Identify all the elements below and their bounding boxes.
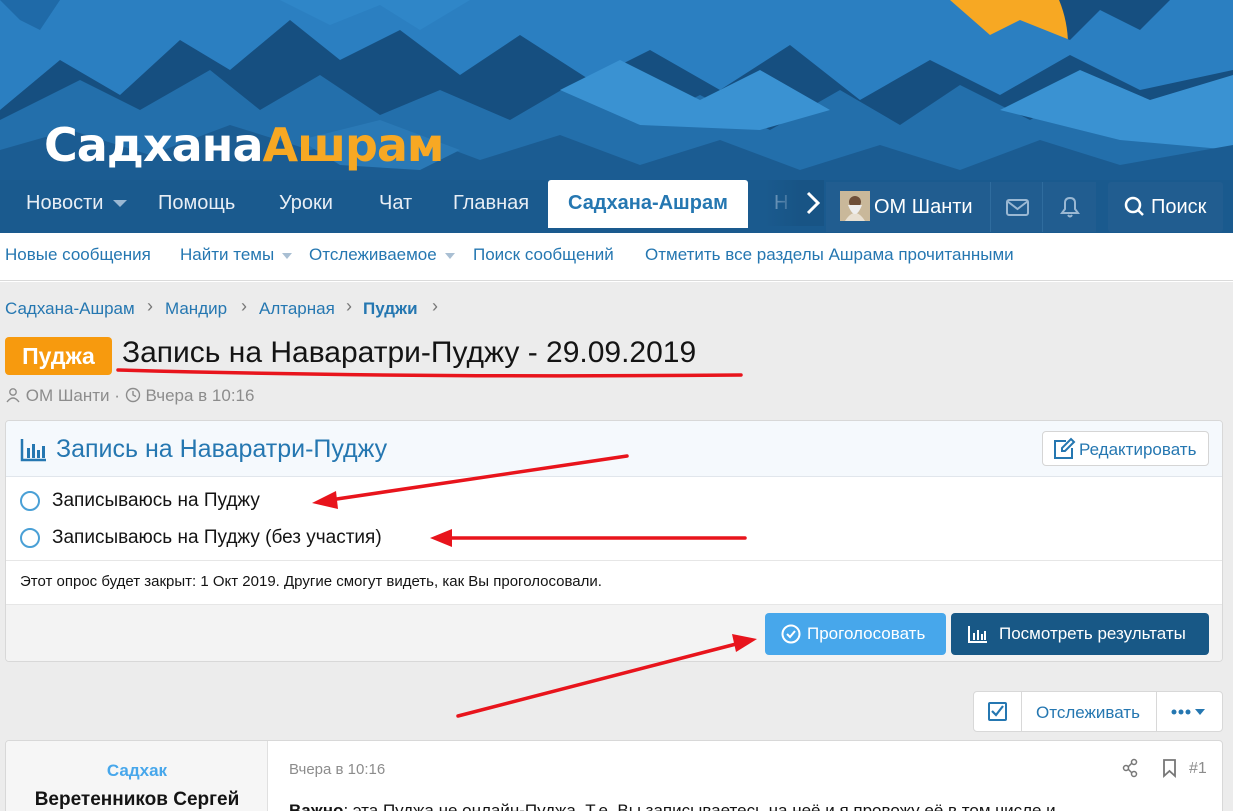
clock-icon: [125, 387, 140, 403]
poll-header: Запись на Наваратри-Пуджу Редактировать: [6, 421, 1222, 477]
user-name[interactable]: ОМ Шанти: [874, 196, 973, 219]
post-tools: [1122, 757, 1182, 781]
chevron-down-icon[interactable]: [444, 252, 455, 259]
bookmark-icon[interactable]: [1163, 759, 1176, 779]
nav-tab-home[interactable]: Главная: [453, 180, 529, 233]
watch-thread-button[interactable]: Отслеживать: [1022, 692, 1157, 731]
breadcrumb-pujas[interactable]: Пуджи: [363, 299, 418, 319]
thread-actions: Отслеживать: [973, 691, 1223, 732]
subnav-new-posts[interactable]: Новые сообщения: [5, 245, 151, 265]
poll-title: Запись на Наваратри-Пуджу: [56, 435, 388, 463]
subnav-label: Отслеживаемое: [309, 245, 437, 264]
chevron-right-icon: ›: [241, 296, 247, 316]
check-circle-icon: [781, 624, 801, 644]
poll-option-radio[interactable]: [20, 491, 40, 511]
poll-close-note: Этот опрос будет закрыт: 1 Окт 2019. Дру…: [20, 573, 602, 590]
breadcrumb-altar[interactable]: Алтарная: [259, 299, 335, 319]
site-logo[interactable]: СадханаАшрам: [44, 118, 445, 172]
poll-note-row: Этот опрос будет закрыт: 1 Окт 2019. Дру…: [6, 560, 1222, 604]
logo-part-1: Садхана: [44, 118, 263, 172]
subnav-search-posts[interactable]: Поиск сообщений: [473, 245, 614, 265]
bar-chart-icon: [968, 626, 987, 643]
user-avatar[interactable]: [840, 191, 870, 221]
ellipsis-icon: [1171, 709, 1205, 715]
chevron-right-icon: ›: [147, 296, 153, 316]
nav-tab-chat[interactable]: Чат: [379, 180, 412, 233]
subnav-label: Найти темы: [180, 245, 275, 264]
chevron-down-icon[interactable]: [282, 252, 293, 259]
select-thread-button[interactable]: [974, 692, 1022, 731]
nav-tab-ashram[interactable]: Садхана-Ашрам: [548, 180, 748, 228]
view-results-label: Посмотреть результаты: [999, 624, 1186, 643]
edit-icon: [1054, 437, 1076, 459]
post-body: Важно: эта Пуджа не онлайн-Пуджа. Т.е. В…: [289, 801, 1056, 811]
checkbox-icon: [988, 702, 1007, 721]
breadcrumb-mandir[interactable]: Мандир: [165, 299, 227, 319]
poll-option-label[interactable]: Записываюсь на Пуджу: [52, 490, 260, 512]
poll-block: Запись на Наваратри-Пуджу Редактировать …: [5, 420, 1223, 662]
breadcrumb-ashram[interactable]: Садхана-Ашрам: [5, 299, 135, 319]
user-icon: [6, 388, 20, 403]
post-user-panel: Садхак Веретенников Сергей: [6, 741, 268, 811]
vote-button[interactable]: Проголосовать: [765, 613, 946, 655]
thread-prefix-badge[interactable]: Пуджа: [5, 337, 112, 375]
post: Садхак Веретенников Сергей Вчера в 10:16…: [5, 740, 1223, 811]
edit-poll-label: Редактировать: [1079, 440, 1197, 459]
bell-icon: [1060, 196, 1080, 218]
logo-part-2: Ашрам: [262, 118, 445, 172]
nav-tab-label: Новости: [26, 192, 104, 214]
vote-label: Проголосовать: [807, 624, 926, 643]
view-results-button[interactable]: Посмотреть результаты: [951, 613, 1209, 655]
meta-separator: ·: [114, 386, 120, 405]
subnav-find-threads[interactable]: Найти темы: [180, 245, 293, 265]
post-number[interactable]: #1: [1189, 760, 1207, 778]
chevron-right-icon[interactable]: [802, 188, 826, 218]
poll-option-label[interactable]: Записываюсь на Пуджу (без участия): [52, 527, 382, 549]
nav-tab-help[interactable]: Помощь: [158, 180, 235, 233]
page-title: Запись на Наваратри-Пуджу - 29.09.2019: [122, 336, 697, 369]
edit-poll-button[interactable]: Редактировать: [1042, 431, 1209, 466]
thread-date[interactable]: Вчера в 10:16: [145, 386, 254, 405]
mail-icon: [1006, 199, 1029, 216]
subnav-watched[interactable]: Отслеживаемое: [309, 245, 455, 265]
watch-thread-label: Отслеживать: [1036, 703, 1140, 722]
chevron-right-icon: ›: [346, 296, 352, 316]
thread-meta: ОМ Шанти · Вчера в 10:16: [5, 386, 254, 406]
alerts-button[interactable]: [1042, 182, 1096, 232]
post-body-bold: Важно: [289, 801, 344, 811]
chevron-right-icon: ›: [432, 296, 438, 316]
nav-tab-lessons[interactable]: Уроки: [279, 180, 333, 233]
bar-chart-icon: [20, 439, 46, 462]
share-icon[interactable]: [1122, 758, 1138, 778]
post-user-name: Веретенников Сергей: [34, 789, 240, 810]
post-date[interactable]: Вчера в 10:16: [289, 761, 385, 778]
inbox-button[interactable]: [990, 182, 1042, 232]
sub-nav: Новые сообщения Найти темы Отслеживаемое…: [0, 233, 1233, 281]
search-label[interactable]: Поиск: [1151, 196, 1206, 219]
chevron-down-icon[interactable]: [113, 200, 128, 208]
nav-tab-news[interactable]: Новости: [26, 180, 128, 233]
subnav-mark-read[interactable]: Отметить все разделы Ашрама прочитанными: [645, 245, 1014, 265]
poll-option-radio[interactable]: [20, 528, 40, 548]
post-body-text: : эта Пуджа не онлайн-Пуджа. Т.е. Вы зап…: [343, 801, 1056, 811]
post-user-title[interactable]: Садхак: [6, 761, 268, 781]
more-options-button[interactable]: [1157, 692, 1223, 731]
poll-footer: Проголосовать Посмотреть результаты: [6, 604, 1222, 661]
thread-author[interactable]: ОМ Шанти: [26, 386, 110, 405]
